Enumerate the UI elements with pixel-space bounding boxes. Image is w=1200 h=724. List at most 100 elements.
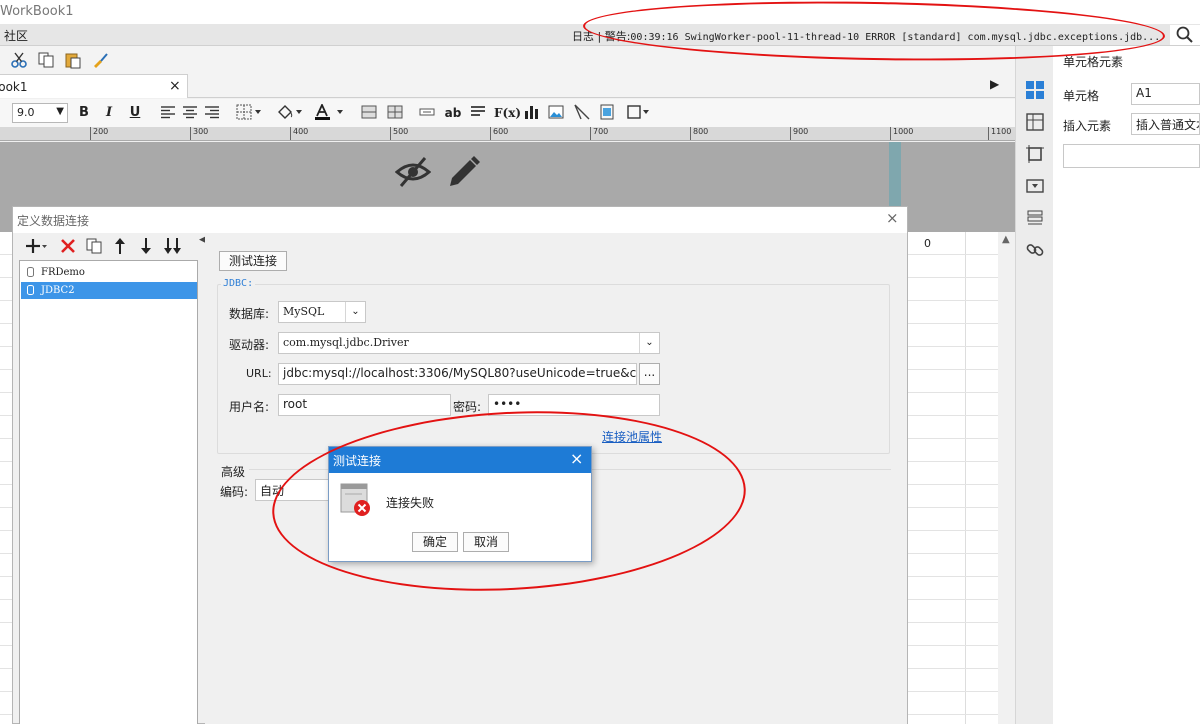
driver-select[interactable]: com.mysql.jdbc.Driver ⌄ (278, 332, 660, 354)
chevron-down-icon: ⌄ (639, 333, 659, 353)
log-prefix: 日志 | 警告: (572, 30, 631, 43)
sort-icon[interactable] (163, 237, 183, 259)
move-up-icon[interactable] (112, 237, 128, 259)
log-message: 00:39:16 SwingWorker-pool-11-thread-10 E… (630, 32, 1161, 43)
frame-icon[interactable] (626, 104, 650, 122)
popup-title: 测试连接 (333, 454, 382, 468)
advanced-label: 高级 (221, 465, 246, 479)
connection-toolbar (19, 235, 199, 259)
connection-name: FRDemo (41, 267, 85, 278)
connection-pool-link[interactable]: 连接池属性 (602, 428, 662, 445)
chart-icon[interactable] (523, 104, 539, 122)
paste-icon[interactable] (64, 51, 82, 69)
ruler-mark: 900 (790, 127, 808, 140)
driver-label: 驱动器: (229, 338, 270, 352)
vertical-scrollbar[interactable]: ▲ (998, 232, 1015, 724)
eye-off-icon[interactable] (395, 154, 431, 190)
pin-icon[interactable]: ▶ (990, 77, 999, 91)
pencil-icon[interactable] (446, 154, 480, 190)
paragraph-icon[interactable] (470, 104, 486, 122)
ruler-mark: 400 (290, 127, 308, 140)
dialog-close-button[interactable]: × (886, 209, 899, 227)
password-label: 密码: (453, 400, 482, 414)
driver-value: com.mysql.jdbc.Driver (283, 336, 409, 349)
database-select[interactable]: MySQL ⌄ (278, 301, 366, 323)
connection-list: FRDemo JDBC2 (19, 260, 198, 724)
ruler-mark: 700 (590, 127, 608, 140)
text-field-icon[interactable] (419, 104, 435, 122)
add-icon[interactable] (25, 237, 49, 259)
widget-settings-icon[interactable] (1025, 176, 1045, 196)
condition-icon[interactable] (1025, 208, 1045, 228)
font-color-icon[interactable] (314, 102, 344, 122)
search-box[interactable] (1170, 25, 1200, 45)
ruler-mark: 800 (690, 127, 708, 140)
url-more-button[interactable]: ... (639, 363, 660, 385)
cut-icon[interactable] (10, 51, 28, 69)
hyperlink-icon[interactable] (1025, 240, 1045, 260)
insert-element-label: 插入元素 (1063, 119, 1112, 133)
text-ab-button[interactable]: ab (444, 104, 462, 122)
dialog-title-bar: 定义数据连接 × (13, 207, 907, 233)
format-painter-icon[interactable] (91, 51, 109, 69)
database-value: MySQL (283, 305, 325, 318)
image-icon[interactable] (548, 104, 564, 122)
copy-connection-icon[interactable] (85, 237, 103, 259)
encoding-label: 编码: (220, 485, 249, 499)
url-input[interactable]: jdbc:mysql://localhost:3306/MySQL80?useU… (278, 363, 637, 385)
element-editor[interactable] (1063, 144, 1200, 168)
fill-color-icon[interactable] (276, 104, 304, 122)
insert-element-select[interactable]: 插入普通文本 (1131, 113, 1200, 135)
cell-element-icon[interactable] (1025, 80, 1045, 100)
ruler: 200 300 400 500 600 700 800 900 1000 110… (0, 127, 1015, 141)
window-title-bar: WorkBook1 (0, 0, 1200, 24)
cell-value[interactable]: 0 (924, 237, 931, 250)
password-input[interactable]: •••• (488, 394, 660, 416)
connection-item-frdemo[interactable]: FRDemo (21, 264, 197, 281)
panel-title: 单元格元素 (1063, 55, 1124, 69)
font-size-value: 9.0 (17, 106, 35, 119)
dialog-title: 定义数据连接 (17, 214, 90, 228)
side-panel-tabs (1015, 46, 1053, 724)
merge-cells-icon[interactable] (361, 104, 377, 122)
menu-item-community[interactable]: 社区 (4, 27, 28, 44)
canvas-edge-bar (889, 142, 901, 212)
ok-button[interactable]: 确定 (412, 532, 458, 552)
italic-button[interactable]: I (102, 104, 116, 122)
slash-line-icon[interactable] (574, 104, 590, 122)
menu-bar: 社区 日志 | 警告:00:39:16 SwingWorker-pool-11-… (0, 24, 1200, 46)
connection-item-jdbc2[interactable]: JDBC2 (21, 282, 197, 299)
database-icon (27, 285, 34, 295)
cancel-button[interactable]: 取消 (463, 532, 509, 552)
log-status[interactable]: 日志 | 警告:00:39:16 SwingWorker-pool-11-thr… (572, 28, 1160, 44)
scroll-up-icon[interactable]: ▲ (1002, 234, 1010, 245)
move-down-icon[interactable] (138, 237, 154, 259)
cell-attributes-icon[interactable] (1025, 112, 1045, 132)
bold-button[interactable]: B (77, 104, 91, 122)
align-center-icon[interactable] (182, 104, 198, 122)
cell-label: 单元格 (1063, 89, 1100, 103)
test-connection-button[interactable]: 测试连接 (219, 251, 287, 271)
cell-field[interactable]: A1 (1131, 83, 1200, 105)
widget-icon[interactable] (599, 104, 615, 122)
username-input[interactable]: root (278, 394, 451, 416)
window-title: WorkBook1 (0, 4, 74, 19)
popup-close-button[interactable]: × (570, 449, 583, 468)
underline-button[interactable]: U (128, 104, 142, 122)
float-element-icon[interactable] (1025, 144, 1045, 164)
property-panel: 单元格元素 单元格 A1 插入元素 插入普通文本 (1053, 46, 1200, 724)
copy-icon[interactable] (37, 51, 55, 69)
tab-close-button[interactable]: × (169, 78, 181, 94)
connection-name: JDBC2 (41, 285, 75, 296)
ruler-mark: 1100 (988, 127, 1011, 140)
align-right-icon[interactable] (204, 104, 220, 122)
split-cells-icon[interactable] (387, 104, 403, 122)
border-icon[interactable] (236, 104, 262, 122)
tab-book1[interactable]: Book1 × (0, 74, 188, 98)
align-left-icon[interactable] (160, 104, 176, 122)
username-label: 用户名: (229, 400, 270, 414)
delete-icon[interactable] (59, 237, 77, 259)
formula-button[interactable]: F(x) (494, 104, 521, 122)
font-size-select[interactable]: 9.0 ▼ (12, 103, 68, 123)
url-label: URL: (246, 367, 272, 380)
